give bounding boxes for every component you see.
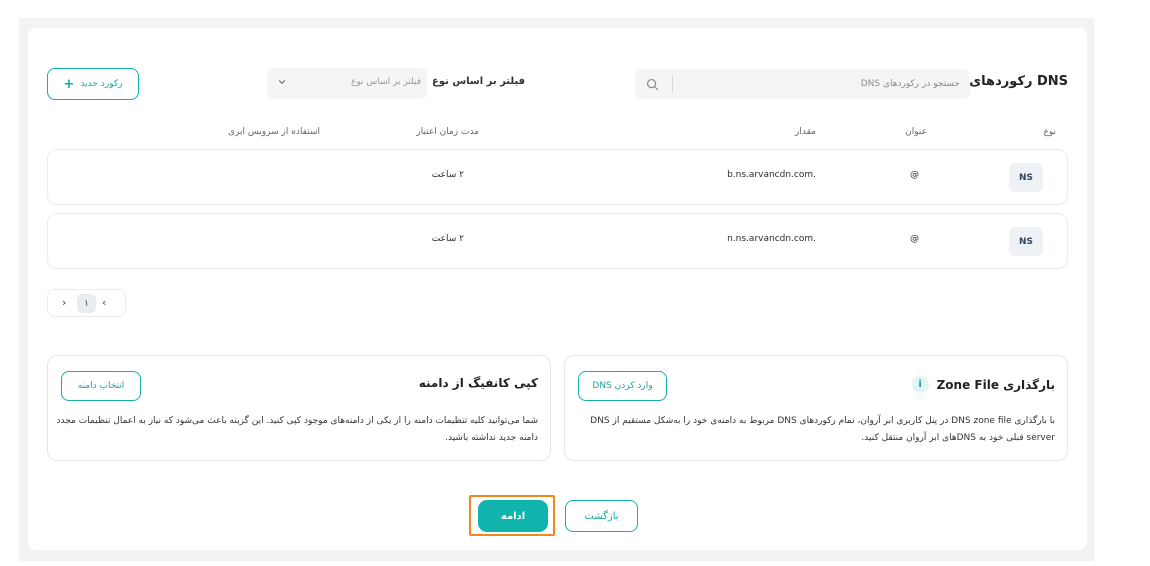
filter-placeholder: فیلتر بر اساس نوع — [350, 77, 421, 87]
page-title: رکوردهای DNS — [969, 74, 1068, 89]
zone-file-title: بارگذاری Zone File i — [911, 376, 1055, 393]
search-input[interactable] — [680, 69, 960, 99]
column-header-name: عنوان — [905, 127, 927, 137]
dns-settings-panel: رکوردهای DNS فیلتر بر اساس نوع فیلتر بر … — [28, 28, 1087, 550]
new-record-button[interactable]: رکورد جدید + — [47, 68, 139, 100]
column-header-value: مقدار — [795, 127, 816, 137]
table-row[interactable]: NS @ b.ns.arvancdn.com. ۲ ساعت — [47, 149, 1068, 205]
table-row[interactable]: NS @ n.ns.arvancdn.com. ۲ ساعت — [47, 213, 1068, 269]
back-button[interactable]: بازگشت — [565, 500, 638, 532]
zone-file-card: بارگذاری Zone File i وارد کردن DNS با با… — [564, 355, 1068, 461]
column-header-ttl: مدت زمان اعتبار — [416, 127, 479, 137]
page-number-current[interactable]: ۱ — [77, 294, 96, 313]
next-page-icon[interactable]: › — [62, 296, 66, 309]
record-value: n.ns.arvancdn.com. — [727, 234, 816, 244]
filter-label: فیلتر بر اساس نوع — [432, 76, 526, 87]
zone-file-description: با بارگذاری DNS zone file در پنل کاربری … — [590, 416, 1055, 443]
chevron-down-icon — [278, 80, 286, 84]
copy-config-card: کپی کانفیگ از دامنه انتخاب دامنه شما می‌… — [47, 355, 551, 461]
copy-config-title: کپی کانفیگ از دامنه — [418, 376, 538, 390]
record-ttl: ۲ ساعت — [431, 234, 464, 244]
select-domain-button[interactable]: انتخاب دامنه — [61, 371, 141, 401]
zone-file-title-text: بارگذاری Zone File — [936, 377, 1055, 392]
column-header-type: نوع — [1043, 127, 1056, 137]
search-box — [635, 69, 970, 99]
record-name: @ — [910, 234, 919, 244]
search-icon[interactable] — [646, 78, 659, 91]
column-header-cloud: استفاده از سرویس ابری — [227, 127, 320, 137]
record-value: b.ns.arvancdn.com. — [727, 170, 816, 180]
new-record-label: رکورد جدید — [80, 79, 123, 89]
record-type-badge: NS — [1009, 163, 1043, 192]
info-icon[interactable]: i — [911, 376, 929, 393]
prev-page-icon[interactable]: ‹ — [102, 296, 106, 309]
type-filter-select[interactable]: فیلتر بر اساس نوع — [267, 68, 427, 99]
record-ttl: ۲ ساعت — [431, 170, 464, 180]
continue-button[interactable]: ادامه — [478, 500, 548, 532]
record-name: @ — [910, 170, 919, 180]
copy-config-description: شما می‌توانید کلیه تنظیمات دامنه را از ی… — [56, 416, 538, 443]
pagination: › ۱ ‹ — [47, 289, 126, 317]
import-dns-button[interactable]: وارد کردن DNS — [578, 371, 667, 401]
search-divider — [672, 75, 673, 93]
record-type-badge: NS — [1009, 227, 1043, 256]
plus-icon: + — [63, 76, 75, 92]
